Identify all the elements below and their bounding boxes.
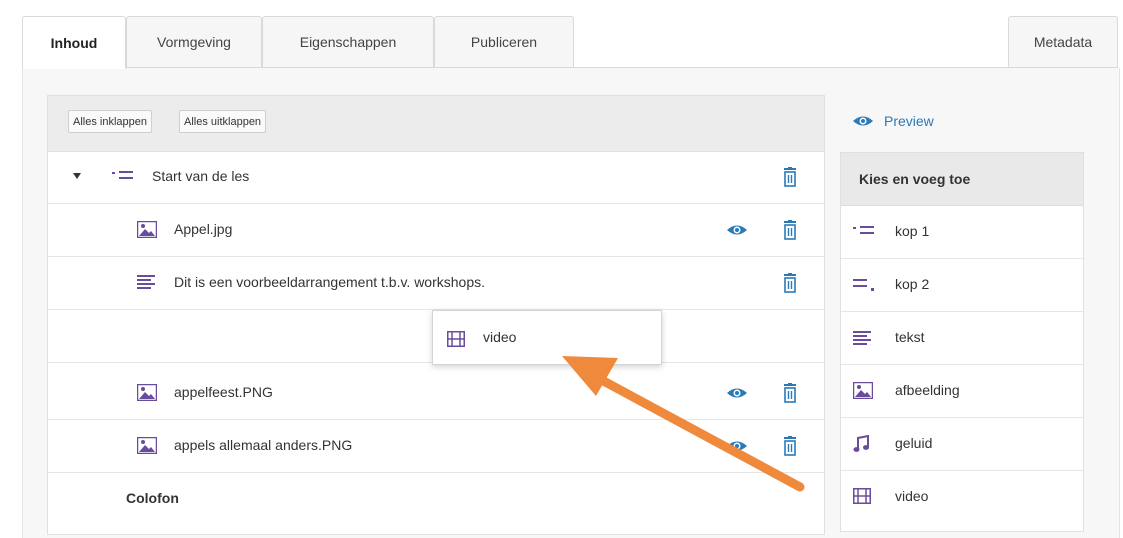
tree-row-label: Start van de les [152, 168, 250, 184]
tree-row-text[interactable]: Dit is een voorbeeldarrangement t.b.v. w… [48, 257, 824, 310]
palette-item-label: video [895, 488, 929, 504]
expand-all-label: Alles uitklappen [184, 115, 262, 128]
palette-item-label: tekst [895, 329, 925, 345]
image-icon [137, 221, 157, 238]
expand-all-button[interactable]: Alles uitklappen [179, 110, 267, 133]
palette-item-kop2[interactable]: kop 2 [841, 259, 1083, 312]
tree-row-appels-allemaal-anders[interactable]: appels allemaal anders.PNG [48, 420, 824, 473]
image-icon [137, 384, 157, 401]
eye-icon[interactable] [726, 386, 748, 400]
tab-inhoud[interactable]: Inhoud [22, 16, 126, 69]
eye-icon[interactable] [726, 439, 748, 453]
text-icon [137, 275, 155, 289]
eye-icon [853, 116, 873, 126]
tab-bar: Inhoud Vormgeving Eigenschappen Publicer… [22, 16, 1118, 69]
tab-label: Metadata [1033, 34, 1093, 50]
preview-label: Preview [884, 113, 934, 129]
tab-eigenschappen[interactable]: Eigenschappen [262, 16, 434, 67]
tree-row-label: Colofon [126, 490, 179, 506]
tree-row-label: Appel.jpg [174, 221, 233, 237]
music-icon [853, 435, 869, 452]
tree-row-appel-jpg[interactable]: Appel.jpg [48, 204, 824, 257]
tree-toolbar: Alles inklappen Alles uitklappen [48, 96, 824, 152]
preview-link[interactable]: Preview [852, 113, 934, 129]
tab-publiceren[interactable]: Publiceren [434, 16, 574, 67]
trash-icon[interactable] [782, 383, 798, 403]
palette-item-afbeelding[interactable]: afbeelding [841, 365, 1083, 418]
heading2-icon [853, 279, 874, 291]
tab-label: Eigenschappen [299, 34, 397, 50]
tab-label: Publiceren [470, 34, 538, 50]
caret-down-icon[interactable] [73, 173, 81, 179]
trash-icon[interactable] [782, 220, 798, 240]
palette-item-label: afbeelding [895, 382, 960, 398]
palette-title-text: Kies en voeg toe [859, 171, 971, 187]
tab-label: Vormgeving [157, 34, 231, 50]
palette-item-video[interactable]: video [841, 471, 1083, 524]
image-icon [853, 382, 873, 399]
tab-label: Inhoud [50, 35, 98, 51]
tree-row-colofon[interactable]: Colofon [48, 473, 824, 526]
image-icon [137, 437, 157, 454]
palette-item-tekst[interactable]: tekst [841, 312, 1083, 365]
trash-icon[interactable] [782, 436, 798, 456]
tree-row-label: Dit is een voorbeeldarrangement t.b.v. w… [174, 274, 486, 290]
tab-vormgeving[interactable]: Vormgeving [126, 16, 262, 67]
tree-row-label: appels allemaal anders.PNG [174, 437, 353, 453]
palette-item-label: kop 2 [895, 276, 930, 292]
palette-item-kop1[interactable]: kop 1 [841, 206, 1083, 259]
heading-icon [112, 171, 133, 179]
film-icon [447, 331, 465, 347]
collapse-all-label: Alles inklappen [73, 115, 147, 128]
tree-row-appelfeest[interactable]: appelfeest.PNG [48, 367, 824, 420]
palette-item-label: geluid [895, 435, 933, 451]
tree-row-label: appelfeest.PNG [174, 384, 273, 400]
add-element-palette: Kies en voeg toe kop 1 kop 2 tekst afbee… [840, 152, 1084, 532]
collapse-all-button[interactable]: Alles inklappen [68, 110, 152, 133]
eye-icon[interactable] [726, 223, 748, 237]
text-icon [853, 331, 871, 345]
film-icon [853, 488, 871, 504]
dragged-video-item[interactable]: video [432, 310, 662, 365]
trash-icon[interactable] [782, 167, 798, 187]
palette-item-label: kop 1 [895, 223, 930, 239]
tree-row-start-van-de-les[interactable]: Start van de les [48, 151, 824, 204]
tab-metadata[interactable]: Metadata [1008, 16, 1118, 67]
trash-icon[interactable] [782, 273, 798, 293]
palette-title: Kies en voeg toe [841, 153, 1083, 206]
dragged-item-label: video [483, 329, 517, 345]
palette-item-geluid[interactable]: geluid [841, 418, 1083, 471]
heading1-icon [853, 226, 874, 234]
